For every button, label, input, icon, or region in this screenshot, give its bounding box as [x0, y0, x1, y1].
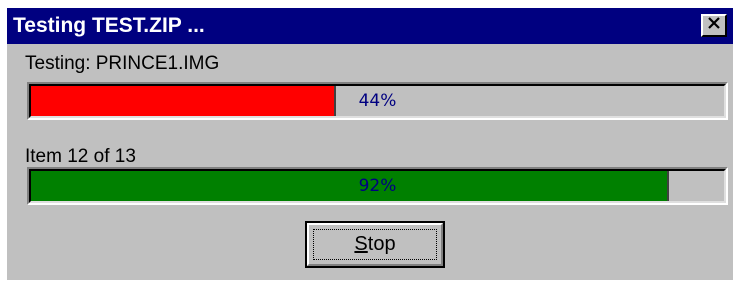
stop-button-label: Stop	[313, 229, 437, 260]
close-icon	[707, 16, 721, 35]
stop-button[interactable]: Stop	[305, 221, 445, 268]
test-dialog: Testing TEST.ZIP ... Testing: PRINCE1.IM…	[7, 8, 733, 280]
close-button[interactable]	[701, 14, 727, 37]
window-title: Testing TEST.ZIP ...	[13, 14, 205, 37]
item-count-label: Item 12 of 13	[25, 146, 136, 167]
item-progress-percent: 92%	[358, 176, 397, 196]
item-progress-bar: 92%	[27, 167, 728, 205]
stop-label-rest: top	[367, 233, 396, 255]
stop-mnemonic: S	[354, 233, 368, 255]
file-progress-percent: 44%	[358, 91, 397, 111]
title-bar[interactable]: Testing TEST.ZIP ...	[7, 8, 733, 44]
file-progress-bar: 44%	[27, 82, 728, 120]
current-file-label: Testing: PRINCE1.IMG	[25, 53, 220, 74]
